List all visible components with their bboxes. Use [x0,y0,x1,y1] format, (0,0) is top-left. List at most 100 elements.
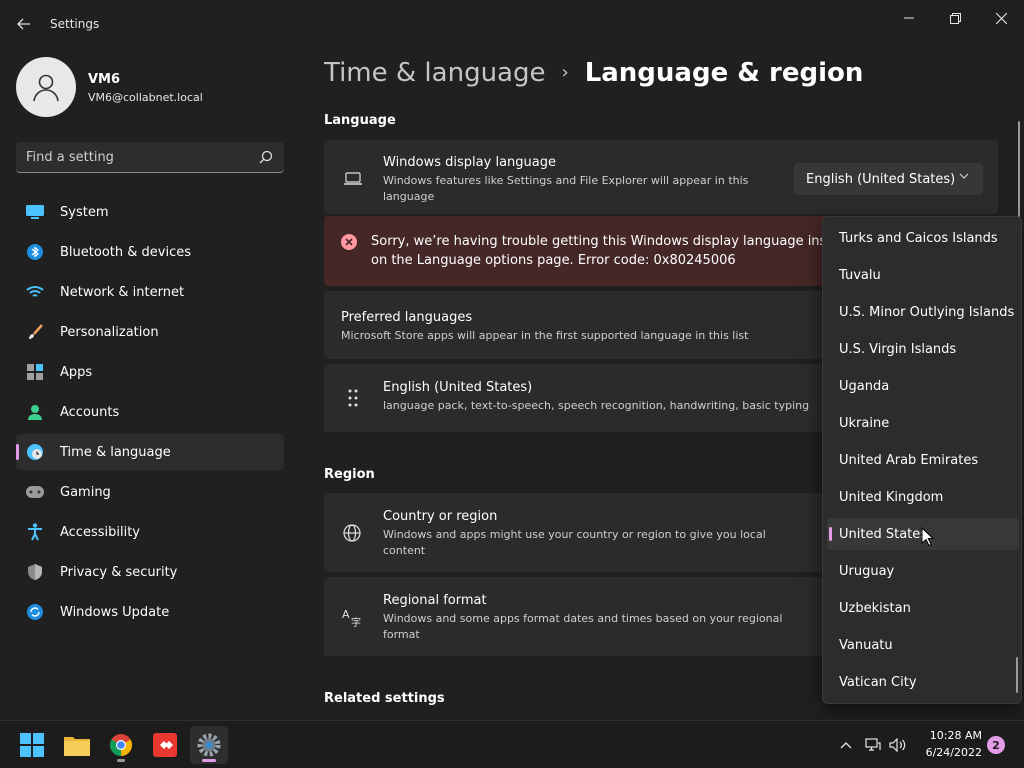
sidebar-item-personalization[interactable]: Personalization [16,314,284,350]
country-region-title: Country or region [383,509,498,524]
back-arrow-icon [17,18,30,30]
related-settings-heading: Related settings [324,691,445,706]
file-explorer-icon [64,737,90,756]
dropdown-scrollbar[interactable] [1016,657,1018,693]
person-icon [26,403,44,421]
display-language-title: Windows display language [383,155,556,170]
sidebar-item-gaming[interactable]: Gaming [16,474,284,510]
drag-handle-icon[interactable] [343,388,363,408]
country-region-desc: Windows and apps might use your country … [383,528,766,557]
page-title: Language & region [584,58,864,88]
clock-date[interactable]: 6/24/2022 [916,746,982,759]
regional-format-desc: Windows and some apps format dates and t… [383,612,783,641]
country-option[interactable]: Uzbekistan [827,592,1019,624]
gamepad-icon [26,483,44,501]
settings-app-button[interactable] [190,726,228,764]
svg-text:字: 字 [351,616,361,627]
wifi-icon [26,283,44,301]
search-input[interactable] [26,149,258,165]
region-heading: Region [324,467,375,482]
show-hidden-icons-button[interactable] [836,735,856,755]
settings-icon [197,733,221,757]
accessibility-icon [26,523,44,541]
display-language-select[interactable]: English (United States) [794,163,983,195]
globe-icon [342,523,362,543]
sidebar-item-accessibility[interactable]: Accessibility [16,514,284,550]
sidebar-item-privacy[interactable]: Privacy & security [16,554,284,590]
anydesk-icon [153,733,177,757]
regional-format-title: Regional format [383,593,487,608]
restore-icon [949,12,961,24]
clock-time[interactable]: 10:28 AM [922,729,982,742]
back-button[interactable] [12,12,36,36]
breadcrumb: Time & language › Language & region [324,58,863,88]
svg-text:A: A [342,608,350,621]
country-dropdown[interactable]: Turks and Caicos Islands Tuvalu U.S. Min… [822,216,1022,704]
title-bar: Settings [0,0,1024,44]
update-icon [26,603,44,621]
sidebar-item-time-language[interactable]: Time & language [16,434,284,470]
minimize-icon [904,17,914,19]
start-icon [20,733,44,757]
country-option[interactable]: U.S. Virgin Islands [827,333,1019,365]
breadcrumb-parent[interactable]: Time & language [324,58,545,88]
mouse-cursor-icon [921,527,935,547]
close-button[interactable] [978,4,1024,32]
monitor-icon [26,203,44,221]
country-option[interactable]: Ukraine [827,407,1019,439]
preferred-languages-title: Preferred languages [341,310,473,325]
notification-badge[interactable]: 2 [987,736,1005,754]
chevron-down-icon [959,171,969,184]
speaker-icon [889,738,906,752]
maximize-button[interactable] [932,4,978,32]
taskbar [0,720,1024,768]
country-option[interactable]: United Kingdom [827,481,1019,513]
user-email: VM6@collabnet.local [88,91,203,104]
chrome-button[interactable] [102,726,140,764]
display-language-desc: Windows features like Settings and File … [383,174,749,203]
bluetooth-icon [26,243,44,261]
search-box[interactable] [16,142,284,173]
start-button[interactable] [13,726,51,764]
chevron-up-icon [840,742,852,749]
country-option[interactable]: Vanuatu [827,629,1019,661]
laptop-icon [343,169,363,189]
window-title: Settings [50,17,100,31]
display-language-value: English (United States) [806,171,956,187]
preferred-languages-desc: Microsoft Store apps will appear in the … [341,329,749,342]
country-option[interactable]: Uruguay [827,555,1019,587]
sidebar-item-windows-update[interactable]: Windows Update [16,594,284,630]
sidebar-item-network[interactable]: Network & internet [16,274,284,310]
running-indicator [117,759,125,762]
main-scrollbar[interactable] [1018,121,1020,217]
anydesk-button[interactable] [146,726,184,764]
close-icon [995,12,1007,24]
country-option[interactable]: Turks and Caicos Islands [827,222,1019,254]
sidebar-nav: System Bluetooth & devices Network & int… [16,194,284,634]
network-wired-icon [865,738,881,751]
country-option[interactable]: Uganda [827,370,1019,402]
search-icon[interactable] [258,149,274,165]
country-option[interactable]: Tuvalu [827,259,1019,291]
sidebar-item-system[interactable]: System [16,194,284,230]
country-option[interactable]: Vatican City [827,666,1019,698]
sidebar-item-apps[interactable]: Apps [16,354,284,390]
file-explorer-button[interactable] [58,726,96,764]
network-tray-button[interactable] [863,735,883,755]
language-entry-title: English (United States) [383,380,533,395]
sidebar-item-accounts[interactable]: Accounts [16,394,284,430]
shield-icon [26,563,44,581]
user-name: VM6 [88,72,121,87]
language-entry-desc: language pack, text-to-speech, speech re… [383,399,810,412]
minimize-button[interactable] [886,4,932,32]
volume-tray-button[interactable] [888,735,908,755]
user-icon [33,74,59,102]
country-option[interactable]: U.S. Minor Outlying Islands [827,296,1019,328]
breadcrumb-separator: › [561,62,569,83]
country-option[interactable]: United Arab Emirates [827,444,1019,476]
clock-globe-icon [26,443,44,461]
language-format-icon: A字 [342,607,362,627]
sidebar-item-bluetooth[interactable]: Bluetooth & devices [16,234,284,270]
avatar[interactable] [16,57,76,117]
language-heading: Language [324,113,396,128]
